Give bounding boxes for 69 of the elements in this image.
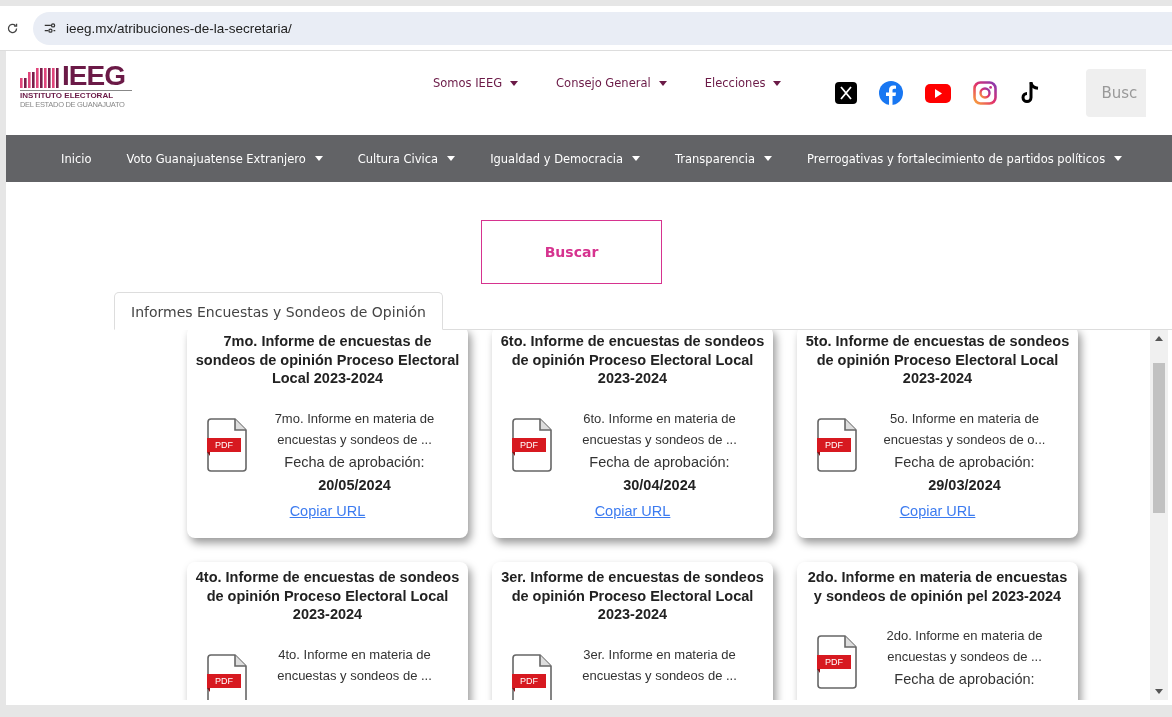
document-description: 7mo. Informe en materia de	[274, 409, 435, 428]
ballot-bars-icon	[20, 65, 60, 88]
document-description: encuestas y sondeos de ...	[277, 430, 432, 449]
scroll-up-arrow-icon[interactable]	[1155, 336, 1163, 341]
pdf-file-icon[interactable]: PDF	[207, 653, 249, 700]
document-description: 4to. Informe en materia de	[278, 645, 431, 664]
card-title: 7mo. Informe de encuestas de sondeos de opinión Proceso Electoral Local 2023-2024	[195, 332, 460, 388]
nav-link[interactable]: Inicio	[61, 151, 92, 166]
site-settings-icon[interactable]	[43, 21, 57, 35]
facebook-logo-icon[interactable]	[879, 81, 904, 105]
date-label: Fecha de aprobación:	[589, 452, 730, 472]
caret-icon[interactable]	[447, 156, 456, 161]
document-description: 3er. Informe en materia de	[583, 645, 736, 664]
camera-logo-icon[interactable]	[973, 81, 998, 105]
reload-icon[interactable]	[6, 21, 19, 35]
nav-link[interactable]: Voto Guanajuatense Extranjero	[126, 151, 306, 166]
scrollbar-thumb[interactable]	[1153, 363, 1165, 513]
logo-wordmark: IEEG	[62, 63, 125, 88]
approval-date: 29/03/2024	[928, 475, 1001, 495]
scrollbar[interactable]	[1150, 330, 1168, 700]
document-description: encuestas y sondeos de ...	[582, 430, 737, 449]
date-label: Fecha de aprobación:	[894, 452, 1035, 472]
tab[interactable]: Informes Encuestas y Sondeos de Opinión	[114, 292, 443, 330]
logo-subtitle: INSTITUTO ELECTORAL	[20, 89, 132, 100]
card-title: 2do. Informe en materia de encuestas y sondeos de opinión pel 2023-2024	[806, 568, 1069, 605]
menu-link[interactable]: Elecciones	[704, 76, 766, 90]
caret-icon[interactable]	[314, 156, 323, 161]
caret-icon[interactable]	[764, 156, 773, 161]
document-description: encuestas y sondeos de o...	[883, 430, 1046, 449]
pdf-file-icon[interactable]: PDF	[512, 653, 554, 700]
document-description: 5o. Informe en materia de	[890, 409, 1039, 428]
scroll-down-arrow-icon[interactable]	[1155, 689, 1163, 694]
nav-link[interactable]: Igualdad y Democracia	[490, 151, 623, 166]
approval-date: 20/05/2024	[318, 475, 391, 495]
caret-icon[interactable]	[1114, 156, 1123, 161]
card-title: 3er. Informe de encuestas de sondeos de opinión Proceso Electoral Local 2023-2024	[500, 568, 765, 624]
copy-url-link[interactable]: Copiar URL	[899, 502, 976, 519]
document-description: encuestas y sondeos de ...	[582, 666, 737, 685]
document-description: 6to. Informe en materia de	[583, 409, 736, 428]
pdf-file-icon[interactable]: PDF	[817, 635, 859, 689]
document-description: encuestas y sondeos de ...	[887, 648, 1042, 666]
date-label: Fecha de aprobación:	[894, 670, 1035, 689]
menu-link[interactable]: Somos IEEG	[433, 76, 503, 90]
pdf-file-icon[interactable]: PDF	[207, 417, 249, 472]
card-title: 4to. Informe de encuestas de sondeos de opinión Proceso Electoral Local 2023-2024	[195, 568, 460, 624]
copy-url-link[interactable]: Copiar URL	[594, 502, 671, 519]
caret-icon[interactable]	[658, 80, 667, 86]
date-label: Fecha de aprobación:	[284, 452, 425, 472]
nav-link[interactable]: Prerrogativas y fortalecimiento de partidos políticos	[807, 151, 1106, 166]
play-button-icon[interactable]	[925, 83, 952, 103]
pdf-file-icon[interactable]: PDF	[512, 417, 554, 472]
nav-link[interactable]: Cultura Civica	[357, 151, 439, 166]
caret-icon[interactable]	[510, 80, 519, 86]
menu-link[interactable]: Consejo General	[556, 76, 651, 90]
search-field[interactable]: Busc	[1086, 69, 1147, 117]
approval-date: 30/04/2024	[623, 475, 696, 495]
document-description: encuestas y sondeos de ...	[277, 666, 432, 685]
card-title: 5to. Informe de encuestas de sondeos de opinión Proceso Electoral Local 2023-2024	[805, 332, 1070, 388]
card-title: 6to. Informe de encuestas de sondeos de opinión Proceso Electoral Local 2023-2024	[500, 332, 765, 388]
copy-url-link[interactable]: Copiar URL	[289, 502, 366, 519]
caret-icon[interactable]	[631, 156, 640, 161]
x-logo-icon[interactable]	[835, 82, 858, 104]
caret-icon[interactable]	[773, 80, 782, 86]
address-bar[interactable]: ieeg.mx/atribuciones-de-la-secretaria/	[33, 11, 1172, 45]
document-description: 2do. Informe en materia de	[886, 627, 1043, 645]
nav-link[interactable]: Transparencia	[674, 151, 756, 166]
pdf-file-icon[interactable]: PDF	[817, 417, 859, 472]
search-button[interactable]: Buscar	[481, 220, 662, 284]
url-text: ieeg.mx/atribuciones-de-la-secretaria/	[66, 20, 292, 36]
